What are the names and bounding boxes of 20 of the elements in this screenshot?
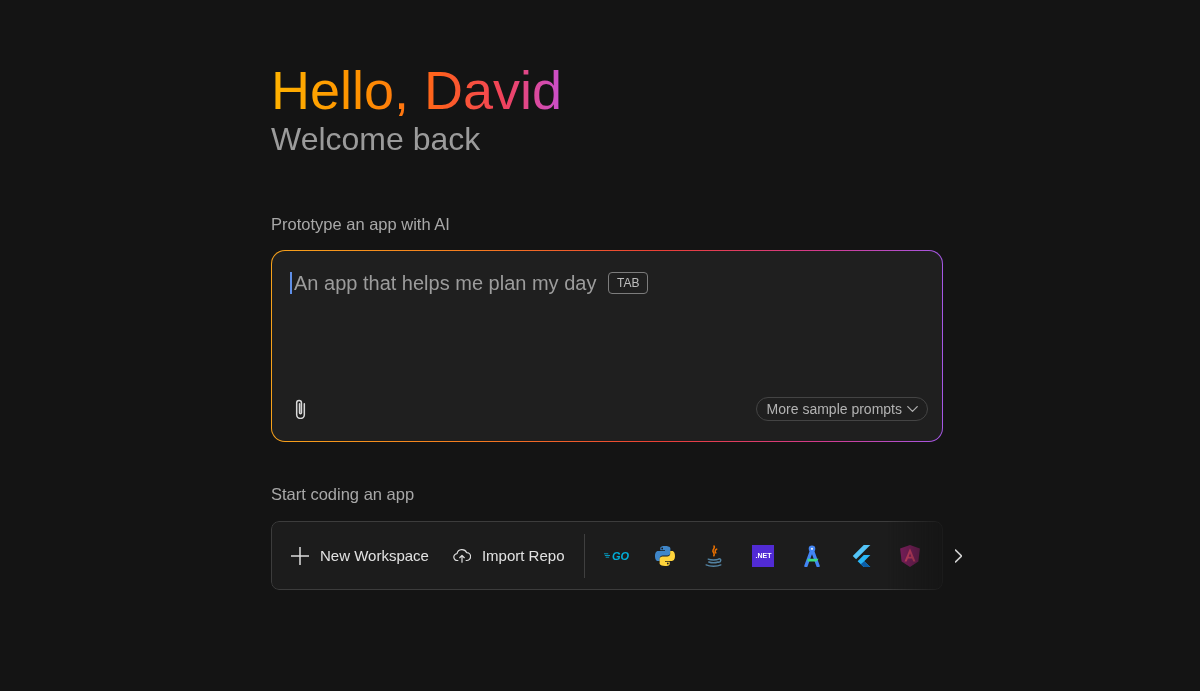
text-cursor — [290, 272, 292, 294]
chevron-logo-icon — [851, 544, 872, 567]
compass-logo-icon — [802, 544, 823, 567]
go-template-button[interactable]: GO — [601, 540, 632, 571]
chevron-down-icon — [907, 406, 918, 412]
attach-button[interactable] — [294, 399, 306, 419]
new-workspace-button[interactable]: New Workspace — [291, 546, 429, 565]
snake-logo-icon — [655, 544, 676, 567]
chevron-right-icon — [954, 548, 962, 563]
plus-icon — [291, 546, 309, 565]
cloud-upload-icon — [452, 546, 471, 565]
shield-logo-icon — [900, 544, 921, 567]
speed-lines-icon — [603, 553, 610, 558]
greeting-subtitle: Welcome back — [271, 120, 481, 158]
tab-key-hint: TAB — [608, 272, 649, 294]
section-label: Start coding an app — [271, 484, 415, 504]
paperclip-icon — [294, 399, 306, 419]
section-label: Prototype an app with AI — [271, 214, 450, 234]
import-repo-button[interactable]: Import Repo — [452, 546, 565, 565]
prompt-input[interactable]: An app that helps me plan my day — [294, 270, 600, 360]
